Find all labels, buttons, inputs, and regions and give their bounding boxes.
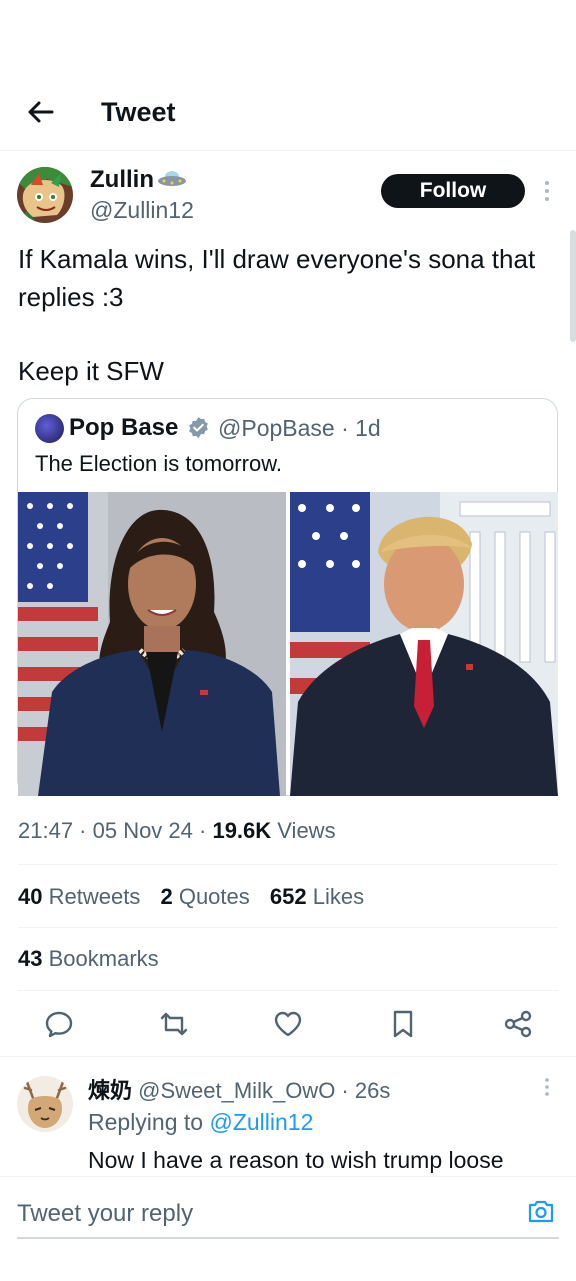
reply-header: 煉奶 @Sweet_Milk_OwO · 26s — [88, 1073, 390, 1105]
reply-author-handle[interactable]: @Sweet_Milk_OwO — [138, 1078, 335, 1103]
quote-author-avatar[interactable] — [35, 414, 64, 443]
views-label: Views — [271, 818, 336, 843]
tweet-timestamp: 21:47 · 05 Nov 24 · 19.6K Views — [18, 818, 336, 844]
divider — [18, 927, 558, 928]
ufo-icon — [158, 171, 186, 186]
page-title: Tweet — [101, 97, 176, 127]
replying-to: Replying to @Zullin12 — [88, 1109, 313, 1136]
scrollbar[interactable] — [570, 230, 576, 342]
reply-author-name[interactable]: 煉奶 — [88, 1078, 132, 1103]
quote-meta: @PopBase · 1d — [218, 415, 381, 442]
likes-label[interactable]: Likes — [313, 884, 364, 909]
quotes-count[interactable]: 2 — [160, 884, 172, 909]
bookmarks-count: 43 — [18, 946, 43, 971]
quote-author-handle[interactable]: @PopBase — [218, 415, 335, 441]
tweet-text-secondary: Keep it SFW — [18, 356, 164, 386]
retweets-count[interactable]: 40 — [18, 884, 42, 909]
share-icon[interactable] — [502, 1008, 534, 1040]
tweet-text: If Kamala wins, I'll draw everyone's son… — [18, 244, 536, 312]
divider — [18, 864, 558, 865]
quote-text: The Election is tomorrow. — [35, 451, 282, 476]
author-handle[interactable]: @Zullin12 — [90, 197, 194, 224]
replying-to-handle-link[interactable]: @Zullin12 — [209, 1109, 313, 1135]
bookmarks-stat[interactable]: 43 Bookmarks — [18, 946, 159, 972]
reply-input[interactable] — [17, 1194, 507, 1234]
top-bar — [0, 80, 576, 151]
bookmarks-label: Bookmarks — [48, 946, 159, 971]
candidate-photo-right[interactable] — [290, 492, 558, 796]
quotes-label[interactable]: Quotes — [179, 884, 250, 909]
views-count: 19.6K — [212, 818, 272, 843]
engagement-stats: 40 Retweets 2 Quotes 652 Likes — [18, 884, 364, 910]
author-name[interactable]: Zullin — [90, 166, 154, 194]
reply-input-underline — [17, 1237, 559, 1239]
bookmark-icon[interactable] — [387, 1008, 419, 1040]
verified-badge-icon — [189, 416, 208, 439]
retweets-label[interactable]: Retweets — [49, 884, 141, 909]
retweet-icon[interactable] — [158, 1008, 190, 1040]
divider — [0, 1056, 576, 1057]
quote-time: · 1d — [334, 415, 381, 441]
reply-author-avatar[interactable] — [17, 1076, 73, 1132]
follow-button[interactable]: Follow — [381, 174, 525, 208]
author-avatar[interactable] — [17, 167, 73, 223]
quote-author-name[interactable]: Pop Base — [69, 414, 178, 442]
camera-icon[interactable] — [526, 1196, 556, 1226]
timestamp-text: 21:47 · 05 Nov 24 · — [18, 818, 213, 843]
reply-text: Now I have a reason to wish trump loose — [88, 1147, 504, 1173]
reply-more-options-icon[interactable] — [541, 1077, 553, 1097]
likes-count[interactable]: 652 — [270, 884, 307, 909]
reply-time: · 26s — [335, 1078, 391, 1103]
candidate-photo-left[interactable] — [18, 492, 286, 796]
more-options-icon[interactable] — [541, 179, 553, 203]
arrow-left-icon[interactable] — [24, 96, 56, 128]
like-icon[interactable] — [272, 1008, 304, 1040]
reply-icon[interactable] — [43, 1008, 75, 1040]
replying-to-prefix: Replying to — [88, 1109, 210, 1135]
divider — [18, 990, 558, 991]
